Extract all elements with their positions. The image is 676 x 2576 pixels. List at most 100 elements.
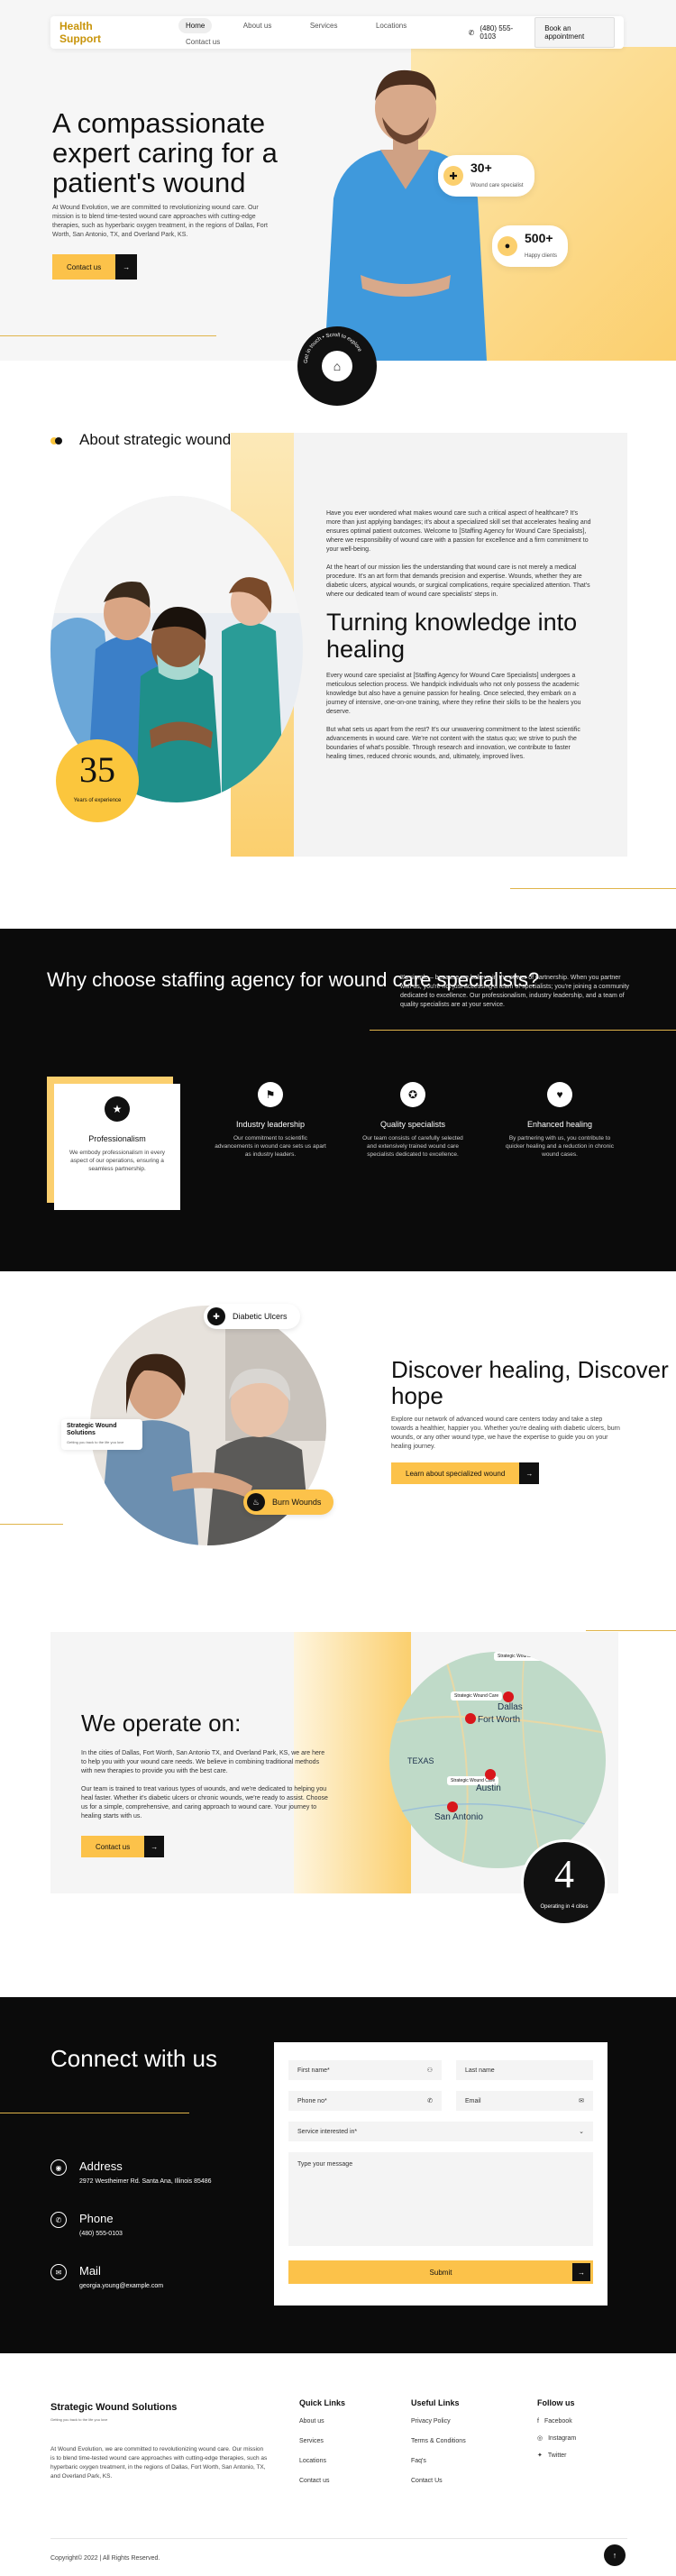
years-label: Years of experience bbox=[73, 798, 122, 803]
nav-about[interactable]: About us bbox=[236, 18, 279, 33]
state-texas: TEXAS bbox=[407, 1756, 434, 1765]
contact-title: Connect with us bbox=[50, 2045, 217, 2072]
mail-value[interactable]: georgia.young@example.com bbox=[79, 2283, 163, 2289]
header-phone[interactable]: ✆ (480) 555-0103 bbox=[469, 24, 523, 41]
arrow-right-icon: → bbox=[144, 1836, 165, 1857]
about-heading: Turning knowledge into healing bbox=[326, 609, 578, 663]
scroll-badge[interactable]: Get in touch • Scroll to explore ⌂ bbox=[297, 326, 377, 406]
message-field[interactable]: Type your message bbox=[288, 2152, 593, 2246]
bandage-icon: ✚ bbox=[207, 1307, 225, 1325]
paragraph: But what sets us apart from the rest? It… bbox=[326, 727, 580, 760]
contact-form: First name* ⚇ Last name Phone no* ✆ Email ✉… bbox=[274, 2042, 607, 2306]
stat-label: Wound care specialist bbox=[470, 183, 524, 188]
service-select[interactable]: Service interested in* ⌄ bbox=[288, 2122, 593, 2141]
email-field[interactable]: Email ✉ bbox=[456, 2091, 593, 2111]
phone-value[interactable]: (480) 555-0103 bbox=[79, 2231, 123, 2237]
phone-icon: ✆ bbox=[50, 2212, 67, 2228]
footer-link[interactable]: Contact us bbox=[299, 2478, 345, 2484]
paragraph: In the cities of Dallas, Fort Worth, San… bbox=[81, 1750, 325, 1774]
location-pin[interactable] bbox=[485, 1769, 496, 1780]
discover-title: Discover healing, Discover hope bbox=[391, 1356, 669, 1409]
paragraph: Every wound care specialist at [Staffing… bbox=[326, 673, 581, 715]
location-pin[interactable] bbox=[503, 1691, 514, 1702]
flag-icon: ⚑ bbox=[258, 1082, 283, 1107]
hero-contact-button[interactable]: Contact us → bbox=[52, 254, 138, 280]
facebook-link[interactable]: f Facebook bbox=[537, 2418, 576, 2425]
learn-wound-button[interactable]: Learn about specialized wound → bbox=[391, 1462, 540, 1484]
nav-locations[interactable]: Locations bbox=[369, 18, 414, 33]
first-name-field[interactable]: First name* ⚇ bbox=[288, 2060, 442, 2080]
footer-link[interactable]: Privacy Policy bbox=[411, 2418, 466, 2425]
heart-hand-icon: ♥ bbox=[547, 1082, 572, 1107]
clients-stat: ● 500+ Happy clients bbox=[492, 225, 569, 267]
book-appointment-button[interactable]: Book an appointment bbox=[534, 17, 615, 48]
divider bbox=[0, 1524, 63, 1525]
footer-link[interactable]: Terms & Conditions bbox=[411, 2438, 466, 2444]
phone-field[interactable]: Phone no* ✆ bbox=[288, 2091, 442, 2111]
nav-services[interactable]: Services bbox=[303, 18, 345, 33]
cities-label: Operating in 4 cities bbox=[540, 1904, 589, 1910]
card-industry-leadership: ⚑ Industry leadership Our commitment to … bbox=[207, 1082, 333, 1159]
divider bbox=[586, 1630, 676, 1631]
about-text: Have you ever wondered what makes wound … bbox=[326, 509, 592, 771]
location-pin[interactable] bbox=[465, 1713, 476, 1724]
mail-icon: ✉ bbox=[579, 2098, 584, 2104]
nav-contact[interactable]: Contact us bbox=[178, 34, 227, 50]
footer-link[interactable]: Locations bbox=[299, 2458, 345, 2464]
footer-text: At Wound Evolution, we are committed to … bbox=[50, 2446, 268, 2480]
social-links: Follow us f Facebook ◎ Instagram ✦ Twitter bbox=[537, 2398, 576, 2469]
cities-badge: 4 Operating in 4 cities bbox=[521, 1839, 607, 1926]
footer-logo[interactable]: Strategic Wound Solutions Getting you bac… bbox=[50, 2402, 177, 2425]
card-text: We embody professionalism in every aspec… bbox=[69, 1150, 166, 1172]
facebook-icon: f bbox=[537, 2418, 539, 2425]
submit-button[interactable]: Submit → bbox=[288, 2260, 593, 2284]
users-icon: ● bbox=[498, 236, 517, 256]
social-label: Twitter bbox=[547, 2452, 567, 2459]
card-text: Our commitment to scientific advancement… bbox=[215, 1135, 326, 1158]
phone-icon: ✆ bbox=[427, 2098, 433, 2104]
phone-icon: ✆ bbox=[468, 28, 475, 37]
button-label: Contact us bbox=[96, 1842, 131, 1851]
burn-wounds-tag: ♨ Burn Wounds bbox=[243, 1490, 334, 1515]
social-label: Facebook bbox=[544, 2418, 572, 2425]
divider bbox=[370, 1030, 676, 1031]
mail-label: Mail bbox=[79, 2264, 101, 2278]
texas-map[interactable]: Strategic Wound Care Strategic Wound Car… bbox=[389, 1652, 606, 1868]
button-label: Learn about specialized wound bbox=[406, 1469, 506, 1478]
city-dallas: Dallas bbox=[498, 1702, 523, 1712]
footer-link[interactable]: Services bbox=[299, 2438, 345, 2444]
logo[interactable]: Health Support bbox=[59, 20, 128, 45]
footer-link[interactable]: Contact Us bbox=[411, 2478, 466, 2484]
instagram-link[interactable]: ◎ Instagram bbox=[537, 2434, 576, 2443]
arrow-right-icon: → bbox=[572, 2263, 590, 2281]
divider bbox=[510, 888, 676, 889]
phone-number: (480) 555-0103 bbox=[480, 24, 514, 41]
footer-link[interactable]: About us bbox=[299, 2418, 345, 2425]
location-pin[interactable] bbox=[447, 1801, 458, 1812]
specialist-stat: ✚ 30+ Wound care specialist bbox=[438, 155, 534, 197]
twitter-link[interactable]: ✦ Twitter bbox=[537, 2452, 576, 2460]
last-name-field[interactable]: Last name bbox=[456, 2060, 593, 2080]
discover-text: Explore our network of advanced wound ca… bbox=[391, 1416, 620, 1450]
diabetic-ulcers-tag: ✚ Diabetic Ulcers bbox=[204, 1304, 300, 1329]
logo-text: Strategic Wound Solutions bbox=[67, 1423, 117, 1436]
user-icon: ⚇ bbox=[426, 2067, 433, 2074]
field-placeholder: First name* bbox=[297, 2067, 330, 2074]
copyright: Copyright© 2022 | All Rights Reserved. bbox=[50, 2555, 160, 2562]
card-title: Enhanced healing bbox=[526, 1120, 593, 1129]
why-section: Why choose staffing agency for wound car… bbox=[0, 929, 676, 1271]
field-placeholder: Type your message bbox=[297, 2161, 353, 2168]
nav-home[interactable]: Home bbox=[178, 18, 213, 33]
field-placeholder: Phone no* bbox=[297, 2097, 327, 2104]
city-san-antonio: San Antonio bbox=[434, 1812, 483, 1822]
mail-icon: ✉ bbox=[50, 2264, 67, 2280]
field-placeholder: Service interested in* bbox=[297, 2128, 358, 2135]
city-austin: Austin bbox=[476, 1783, 501, 1793]
operate-contact-button[interactable]: Contact us → bbox=[81, 1836, 165, 1857]
field-placeholder: Last name bbox=[465, 2067, 495, 2074]
footer-link[interactable]: Faq's bbox=[411, 2458, 466, 2464]
card-quality-specialists: ✪ Quality specialists Our team consists … bbox=[350, 1082, 476, 1159]
quick-links: Quick Links About us Services Locations … bbox=[299, 2398, 345, 2498]
back-to-top-button[interactable]: ↑ bbox=[604, 2544, 626, 2566]
flame-icon: ♨ bbox=[247, 1493, 265, 1511]
